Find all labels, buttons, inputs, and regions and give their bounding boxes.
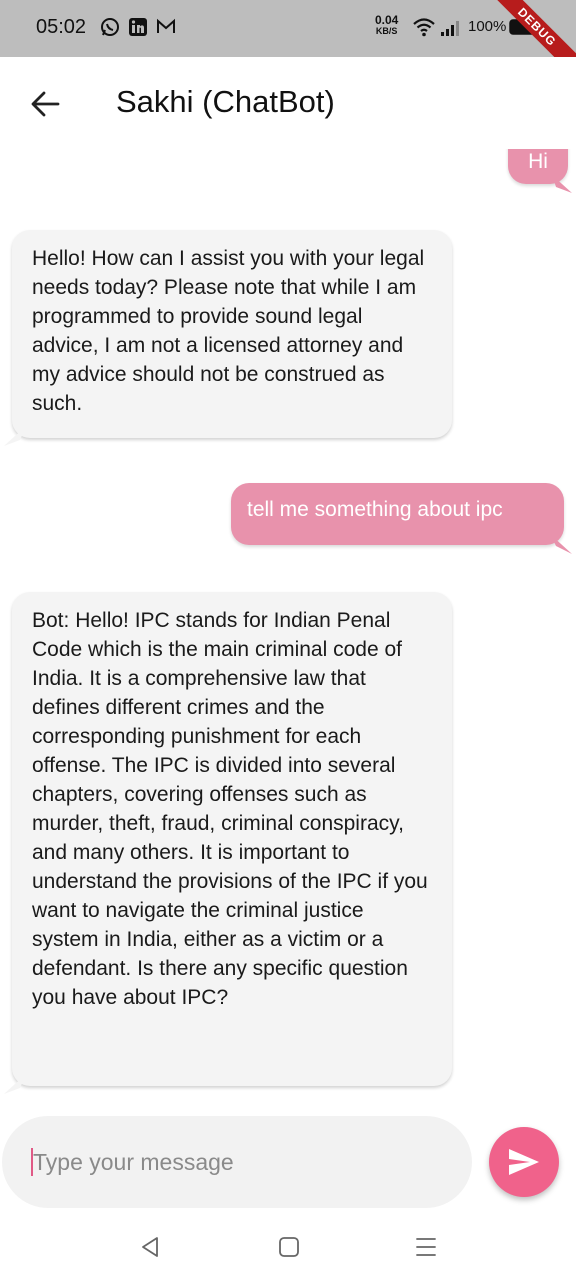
notification-icons <box>100 17 176 37</box>
bot-message-bubble: Hello! How can I assist you with your le… <box>12 230 452 438</box>
status-time: 05:02 <box>36 16 87 38</box>
battery-percent: 100% <box>468 18 507 35</box>
send-button[interactable] <box>489 1127 559 1197</box>
message-composer <box>0 1100 576 1218</box>
back-triangle-icon[interactable] <box>137 1234 163 1260</box>
message-input[interactable] <box>2 1116 472 1208</box>
bubble-tail <box>4 1074 26 1094</box>
network-speed: 0.04 KB/S <box>375 13 399 37</box>
bubble-tail <box>550 534 572 554</box>
page-title: Sakhi (ChatBot) <box>116 84 335 119</box>
app-bar: Sakhi (ChatBot) <box>0 57 576 149</box>
user-message-bubble: tell me something about ipc <box>231 483 564 545</box>
message-text: Hello! How can I assist you with your le… <box>32 247 425 415</box>
send-icon <box>509 1149 539 1175</box>
home-square-icon[interactable] <box>276 1234 302 1260</box>
bot-message-bubble: Bot: Hello! IPC stands for Indian Penal … <box>12 592 452 1086</box>
linkedin-icon <box>129 18 147 36</box>
menu-lines-icon[interactable] <box>413 1234 439 1260</box>
network-speed-value: 0.04 <box>375 13 399 27</box>
bubble-tail <box>4 426 26 446</box>
whatsapp-icon <box>101 18 119 36</box>
message-text: tell me something about ipc <box>247 498 503 521</box>
text-caret <box>31 1148 33 1176</box>
signal-icon <box>441 21 459 36</box>
system-nav-bar <box>0 1218 576 1280</box>
status-bar: 05:02 0.04 KB/S 100% <box>0 0 576 57</box>
wifi-icon <box>413 18 435 37</box>
bubble-tail <box>552 175 572 193</box>
network-speed-unit: KB/S <box>375 26 398 36</box>
message-text: Hi <box>528 150 548 173</box>
message-text: Bot: Hello! IPC stands for Indian Penal … <box>32 609 428 1009</box>
arrow-left-icon[interactable] <box>28 87 62 121</box>
gmail-icon <box>157 18 175 33</box>
chat-viewport-top: Hi <box>0 149 576 209</box>
